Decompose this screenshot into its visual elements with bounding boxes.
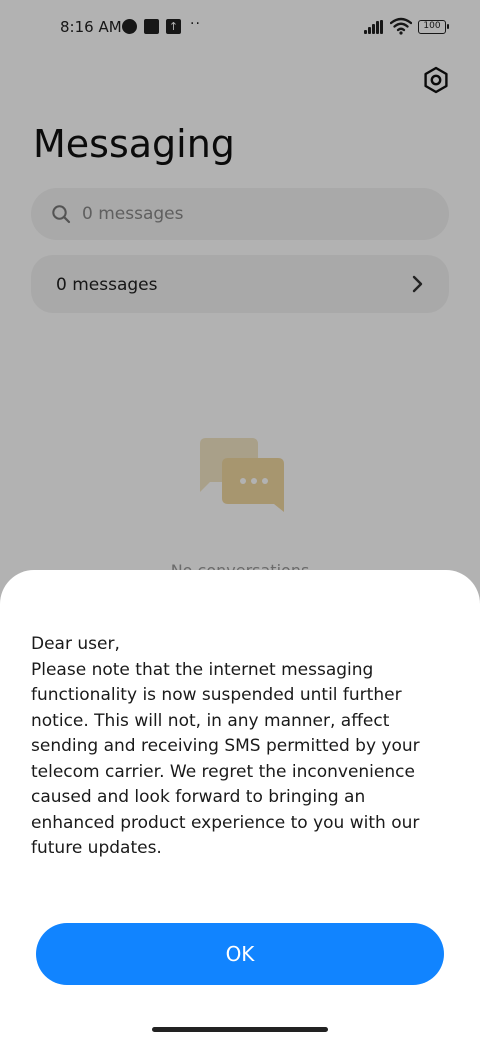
dialog-message: Dear user, Please note that the internet…: [31, 632, 451, 862]
dialog-greeting: Dear user,: [31, 634, 120, 654]
home-indicator[interactable]: [152, 1027, 328, 1032]
messaging-screen: 8:16 AM ↑ ·· 100 Messaging 0 messages 0 …: [0, 0, 480, 1040]
dialog-body: Please note that the internet messaging …: [31, 659, 420, 859]
notice-dialog: Dear user, Please note that the internet…: [0, 570, 480, 1040]
ok-button[interactable]: OK: [36, 923, 444, 985]
